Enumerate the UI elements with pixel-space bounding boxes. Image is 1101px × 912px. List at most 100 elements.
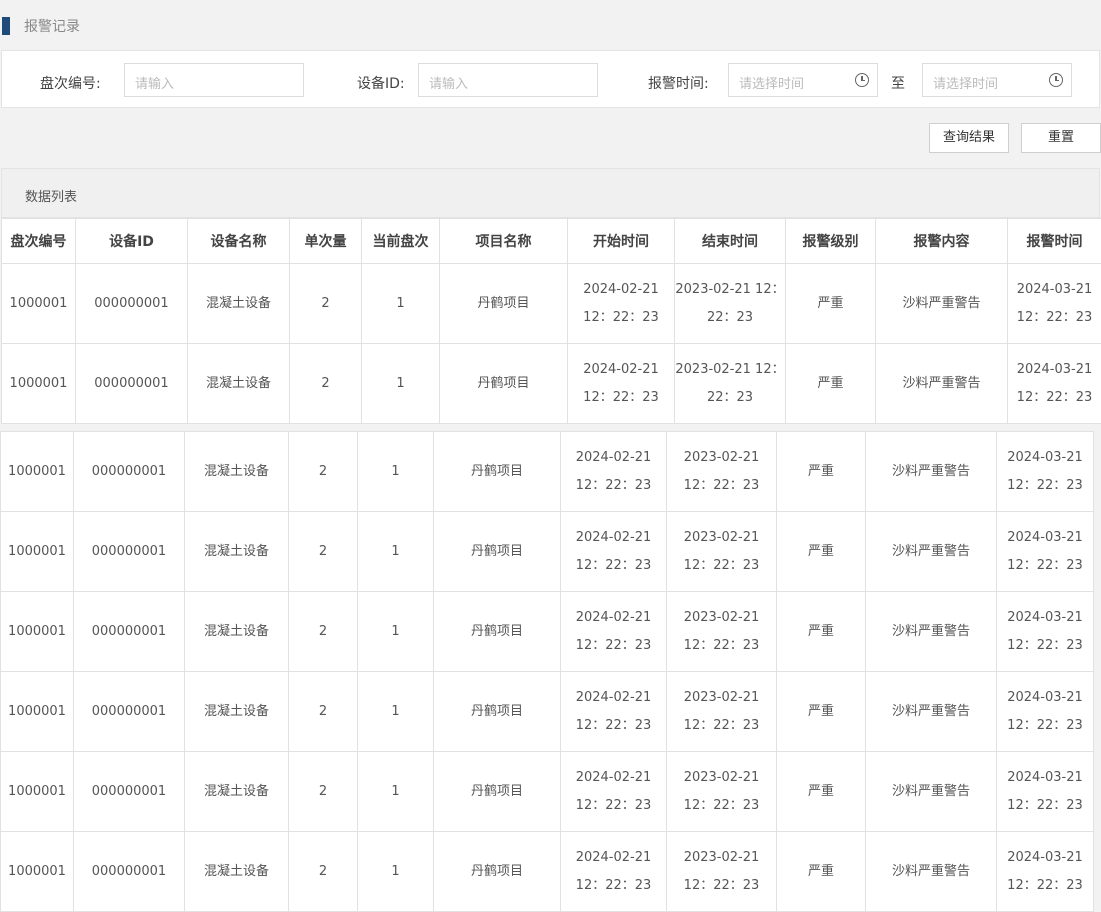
table-cell: 丹鹤项目 — [440, 264, 568, 344]
table-cell: 2024-03-21 12：22：23 — [997, 432, 1094, 512]
column-header[interactable]: 当前盘次 — [362, 219, 440, 264]
table-cell: 1000001 — [1, 592, 74, 672]
table-cell: 严重 — [777, 672, 866, 752]
alarm-time-start-picker[interactable]: 请选择时间 — [728, 63, 878, 97]
table-cell: 1 — [358, 512, 434, 592]
table-cell: 2023-02-21 12：22：23 — [675, 344, 786, 424]
table-row[interactable]: 1000001000000001混凝土设备21丹鹤项目2024-02-21 12… — [1, 512, 1094, 592]
table-cell: 2023-02-21 12：22：23 — [667, 672, 777, 752]
table-cell: 000000001 — [74, 592, 185, 672]
table-row[interactable]: 1000001000000001混凝土设备21丹鹤项目2024-02-21 12… — [1, 592, 1094, 672]
table-cell: 2024-02-21 12：22：23 — [561, 752, 667, 832]
table-cell: 2 — [289, 832, 358, 912]
round-number-placeholder: 请输入 — [135, 73, 174, 92]
table-cell: 混凝土设备 — [185, 512, 289, 592]
table-cell: 1 — [362, 344, 440, 424]
reset-button[interactable]: 重置 — [1021, 123, 1101, 153]
column-header[interactable]: 开始时间 — [568, 219, 675, 264]
table-cell: 2024-03-21 12：22：23 — [1008, 264, 1101, 344]
table-cell: 2023-02-21 12：22：23 — [675, 264, 786, 344]
table-cell: 2024-03-21 12：22：23 — [997, 592, 1094, 672]
table-cell: 沙料严重警告 — [866, 752, 997, 832]
table-body: 1000001000000001混凝土设备21丹鹤项目2024-02-21 12… — [2, 264, 1101, 424]
table-cell: 丹鹤项目 — [434, 432, 561, 512]
table-cell: 000000001 — [74, 752, 185, 832]
table-cell: 000000001 — [74, 512, 185, 592]
title-accent-bar — [2, 17, 10, 35]
table-cell: 2 — [289, 592, 358, 672]
table-cell: 2023-02-21 12：22：23 — [667, 752, 777, 832]
table-row[interactable]: 1000001000000001混凝土设备21丹鹤项目2024-02-21 12… — [1, 672, 1094, 752]
table-cell: 2024-03-21 12：22：23 — [997, 752, 1094, 832]
data-list-title: 数据列表 — [25, 186, 77, 205]
table-cell: 严重 — [777, 752, 866, 832]
table-cell: 2024-02-21 12：22：23 — [561, 832, 667, 912]
column-header[interactable]: 盘次编号 — [2, 219, 76, 264]
clock-icon — [855, 73, 869, 87]
table-cell: 沙料严重警告 — [866, 832, 997, 912]
device-id-input[interactable]: 请输入 — [418, 63, 598, 97]
table-cell: 1 — [358, 832, 434, 912]
column-header[interactable]: 报警内容 — [876, 219, 1008, 264]
table-cell: 1000001 — [1, 512, 74, 592]
table-cell: 1 — [358, 592, 434, 672]
column-header[interactable]: 单次量 — [290, 219, 362, 264]
table-cell: 2024-02-21 12：22：23 — [561, 672, 667, 752]
table-cell: 2023-02-21 12：22：23 — [667, 592, 777, 672]
table-cell: 严重 — [777, 512, 866, 592]
table-cell: 000000001 — [76, 344, 188, 424]
table-cell: 丹鹤项目 — [434, 592, 561, 672]
table-cell: 2024-03-21 12：22：23 — [1008, 344, 1101, 424]
table-cell: 混凝土设备 — [185, 592, 289, 672]
table-cell: 丹鹤项目 — [434, 672, 561, 752]
table-cell: 沙料严重警告 — [866, 512, 997, 592]
page-header: 报警记录 — [0, 0, 1101, 50]
table-cell: 沙料严重警告 — [866, 592, 997, 672]
query-button[interactable]: 查询结果 — [929, 123, 1009, 153]
alarm-time-label: 报警时间: — [648, 73, 709, 93]
round-number-label: 盘次编号: — [40, 73, 101, 93]
clock-icon — [1049, 73, 1063, 87]
table-cell: 1000001 — [1, 672, 74, 752]
table-row[interactable]: 1000001000000001混凝土设备21丹鹤项目2024-02-21 12… — [2, 344, 1101, 424]
table-cell: 000000001 — [74, 672, 185, 752]
table-cell: 2024-02-21 12：22：23 — [568, 264, 675, 344]
column-header[interactable]: 设备名称 — [188, 219, 290, 264]
table-cell: 2024-02-21 12：22：23 — [561, 512, 667, 592]
table-row[interactable]: 1000001000000001混凝土设备21丹鹤项目2024-02-21 12… — [1, 432, 1094, 512]
table-cell: 1000001 — [2, 344, 76, 424]
table-cell: 2 — [290, 344, 362, 424]
alarm-table: 盘次编号 设备ID 设备名称 单次量 当前盘次 项目名称 开始时间 结束时间 报… — [1, 218, 1101, 424]
table-cell: 000000001 — [74, 432, 185, 512]
time-range-separator: 至 — [891, 73, 905, 93]
table-row[interactable]: 1000001000000001混凝土设备21丹鹤项目2024-02-21 12… — [1, 832, 1094, 912]
round-number-input[interactable]: 请输入 — [124, 63, 304, 97]
column-header[interactable]: 项目名称 — [440, 219, 568, 264]
table-cell: 1 — [362, 264, 440, 344]
alarm-time-end-picker[interactable]: 请选择时间 — [922, 63, 1072, 97]
table-cell: 严重 — [777, 832, 866, 912]
table-row[interactable]: 1000001000000001混凝土设备21丹鹤项目2024-02-21 12… — [1, 752, 1094, 832]
table-cell: 混凝土设备 — [188, 344, 290, 424]
column-header[interactable]: 报警级别 — [786, 219, 876, 264]
table-cell: 2024-02-21 12：22：23 — [561, 432, 667, 512]
table-cell: 严重 — [777, 432, 866, 512]
table-cell: 丹鹤项目 — [434, 512, 561, 592]
table-cell: 1 — [358, 432, 434, 512]
table-cell: 混凝土设备 — [185, 432, 289, 512]
table-cell: 1000001 — [1, 752, 74, 832]
filter-bar: 盘次编号: 请输入 设备ID: 请输入 报警时间: 请选择时间 至 请选择时间 — [1, 50, 1100, 108]
table-cell: 丹鹤项目 — [434, 752, 561, 832]
column-header[interactable]: 设备ID — [76, 219, 188, 264]
table-cell: 2024-03-21 12：22：23 — [997, 832, 1094, 912]
column-header[interactable]: 报警时间 — [1008, 219, 1101, 264]
table-row[interactable]: 1000001000000001混凝土设备21丹鹤项目2024-02-21 12… — [2, 264, 1101, 344]
table-cell: 混凝土设备 — [185, 672, 289, 752]
table-cell: 混凝土设备 — [188, 264, 290, 344]
table-cell: 2024-02-21 12：22：23 — [561, 592, 667, 672]
table-cell: 2023-02-21 12：22：23 — [667, 512, 777, 592]
table-cell: 1000001 — [1, 832, 74, 912]
table-cell: 严重 — [786, 344, 876, 424]
column-header[interactable]: 结束时间 — [675, 219, 786, 264]
table-cell: 混凝土设备 — [185, 752, 289, 832]
